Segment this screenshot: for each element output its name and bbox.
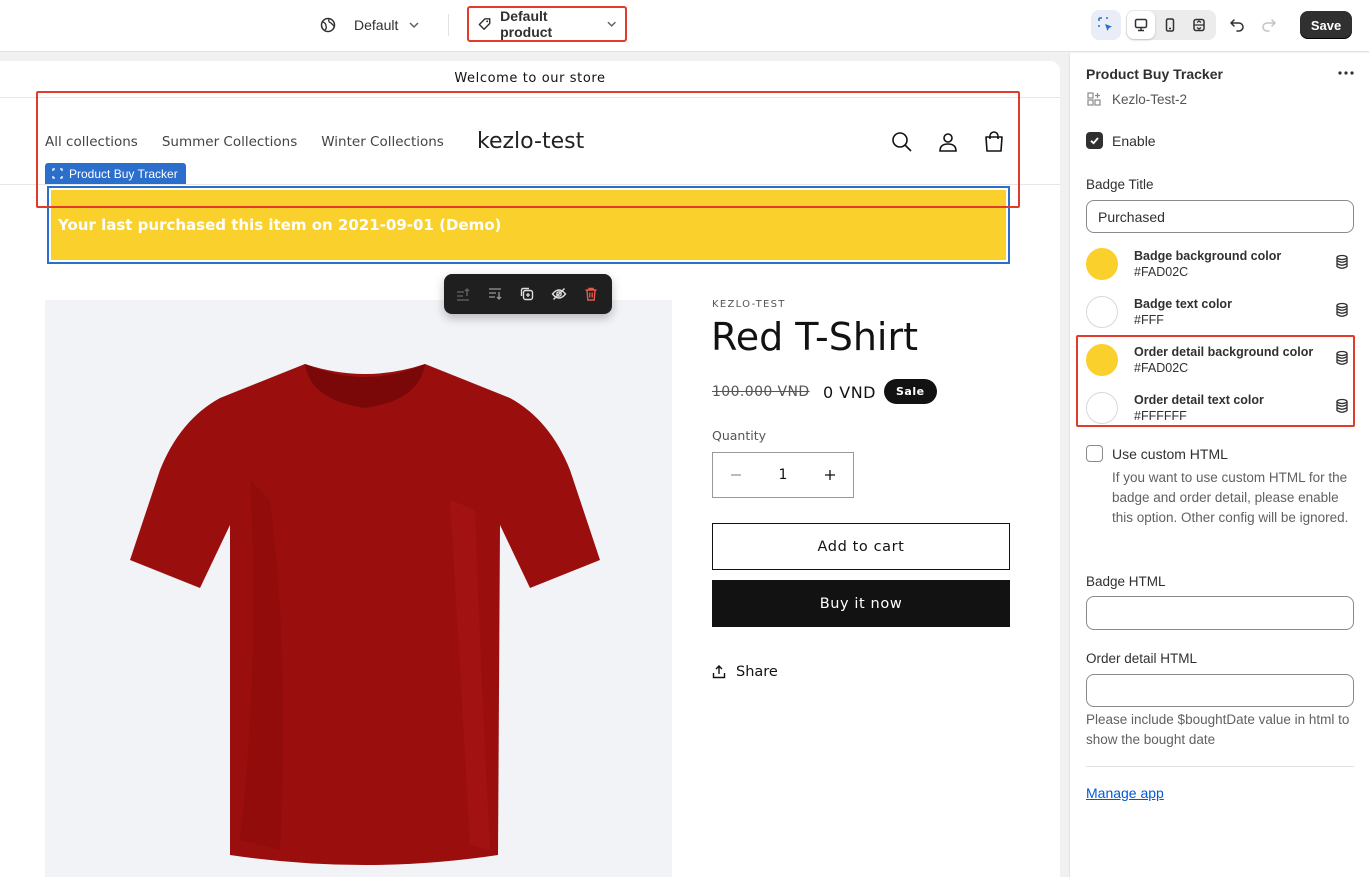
quantity-label: Quantity [712,428,767,443]
badge-title-field[interactable] [1086,200,1354,233]
enable-toggle[interactable]: Enable [1086,132,1156,149]
app-source: Kezlo-Test-2 [1086,91,1187,107]
product-image[interactable] [45,300,672,877]
minus-icon[interactable] [730,469,742,481]
color-value: #FFF [1134,313,1164,327]
expand-icon [1193,18,1205,32]
buy-now-button[interactable]: Buy it now [712,580,1010,627]
color-value: #FAD02C [1134,265,1189,279]
save-button[interactable]: Save [1300,11,1352,39]
desktop-icon [1134,18,1148,32]
chevron-down-icon [607,21,616,27]
custom-html-toggle[interactable]: Use custom HTML [1086,445,1228,462]
badge-title-label: Badge Title [1086,177,1154,192]
theme-label: Default [354,17,399,33]
divider [448,14,449,36]
template-label: Default product [500,8,553,40]
badge-html-label: Badge HTML [1086,574,1166,589]
selected-block-highlight [36,91,1020,208]
order-color-highlight [1076,335,1355,427]
enable-checkbox[interactable] [1086,132,1103,149]
hide-button[interactable] [550,285,568,303]
share-button[interactable]: Share [712,664,778,680]
delete-button[interactable] [582,285,600,303]
block-settings-panel: Product Buy Tracker Kezlo-Test-2 Enable … [1069,53,1369,877]
order-html-help: Please include $boughtDate value in html… [1086,712,1350,747]
color-setting-badge-text[interactable]: Badge text color #FFF [1086,296,1358,336]
order-html-field[interactable] [1086,674,1354,707]
desktop-view-button[interactable] [1127,11,1155,39]
template-selector[interactable]: Default product [467,6,627,42]
undo-icon [1230,19,1244,32]
badge-bg-swatch[interactable] [1086,248,1118,280]
enable-label: Enable [1112,132,1156,149]
sale-price: 0 VND [823,383,876,402]
chevron-down-icon [409,22,419,29]
badge-text-swatch[interactable] [1086,296,1118,328]
custom-html-checkbox[interactable] [1086,445,1103,462]
panel-title: Product Buy Tracker [1086,66,1223,82]
custom-html-help: If you want to use custom HTML for the b… [1112,470,1349,525]
badge-html-field[interactable] [1086,596,1354,630]
undo-button[interactable] [1224,12,1250,38]
mobile-view-button[interactable] [1156,11,1184,39]
share-label: Share [736,664,778,680]
divider [1086,766,1354,767]
trash-icon [585,287,597,301]
move-up-button[interactable] [454,285,472,303]
app-icon [1087,92,1101,106]
dynamic-source-icon[interactable] [1334,302,1350,318]
compare-at-price: 100.000 VND [712,384,810,400]
add-to-cart-button[interactable]: Add to cart [712,523,1010,570]
color-name: Badge text color [1134,297,1232,311]
editor-topbar: Default Default product Save [0,0,1369,52]
globe-icon [320,17,336,33]
inspector-toggle[interactable] [1091,10,1121,40]
redo-button[interactable] [1256,12,1282,38]
duplicate-button[interactable] [518,285,536,303]
viewport-switcher [1126,10,1216,40]
share-icon [712,665,726,679]
color-name: Badge background color [1134,249,1282,263]
theme-selector[interactable]: Default [320,10,420,40]
mobile-icon [1165,18,1175,32]
tag-icon [478,18,491,30]
cursor-select-icon [1098,17,1112,31]
move-up-icon [457,288,470,301]
duplicate-icon [520,287,534,301]
redo-icon [1262,19,1276,32]
custom-html-label: Use custom HTML [1112,445,1228,462]
checkmark-icon [1090,137,1099,145]
move-down-icon [489,288,502,300]
color-setting-badge-bg[interactable]: Badge background color #FAD02C [1086,248,1358,288]
more-horizontal-icon [1338,71,1354,75]
eye-off-icon [551,288,567,300]
sale-badge: Sale [884,379,937,404]
manage-app-link[interactable]: Manage app [1086,785,1164,801]
order-html-label: Order detail HTML [1086,651,1198,666]
plus-icon[interactable] [824,469,836,481]
product-vendor: KEZLO-TEST [712,299,786,310]
quantity-value[interactable]: 1 [779,467,788,483]
move-down-button[interactable] [486,285,504,303]
block-toolbar [444,274,612,314]
fullwidth-view-button[interactable] [1185,11,1213,39]
app-name: Kezlo-Test-2 [1112,91,1188,107]
product-title: Red T-Shirt [711,315,918,359]
dynamic-source-icon[interactable] [1334,254,1350,270]
more-actions-button[interactable] [1334,63,1358,83]
red-tshirt-image [130,364,600,865]
quantity-stepper: 1 [712,452,854,498]
